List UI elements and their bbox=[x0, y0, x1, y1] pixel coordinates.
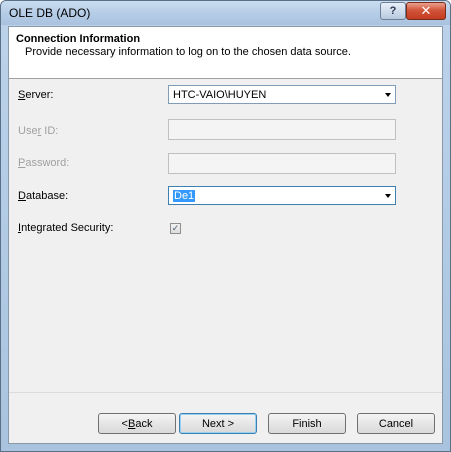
user-id-field[interactable] bbox=[168, 119, 396, 140]
server-combobox[interactable]: HTC-VAIO\HUYEN bbox=[168, 85, 396, 104]
window-title: OLE DB (ADO) bbox=[9, 6, 91, 20]
check-icon: ✓ bbox=[171, 223, 180, 233]
chevron-down-icon[interactable] bbox=[385, 194, 391, 198]
server-label: Server: bbox=[18, 89, 54, 101]
integrated-security-checkbox[interactable]: ✓ bbox=[170, 223, 181, 234]
user-id-label: User ID: bbox=[18, 125, 59, 137]
ole-db-dialog: OLE DB (ADO) ? ✕ Connection Information … bbox=[0, 0, 451, 452]
finish-button[interactable]: Finish bbox=[268, 413, 346, 434]
cancel-button[interactable]: Cancel bbox=[357, 413, 435, 434]
database-value: De1 bbox=[173, 190, 196, 202]
database-combobox[interactable]: De1 bbox=[168, 186, 396, 205]
back-button[interactable]: < Back bbox=[98, 413, 176, 434]
header-title: Connection Information bbox=[16, 33, 141, 45]
help-button[interactable]: ? bbox=[380, 2, 406, 20]
wizard-header: Connection Information Provide necessary… bbox=[9, 27, 442, 79]
footer-divider bbox=[9, 392, 442, 393]
close-button[interactable]: ✕ bbox=[406, 2, 446, 20]
header-subtitle: Provide necessary information to log on … bbox=[25, 46, 351, 58]
help-icon: ? bbox=[389, 5, 397, 17]
dialog-body: Connection Information Provide necessary… bbox=[8, 26, 443, 444]
password-field[interactable] bbox=[168, 153, 396, 174]
chevron-down-icon[interactable] bbox=[385, 93, 391, 97]
server-value: HTC-VAIO\HUYEN bbox=[173, 89, 267, 101]
title-bar[interactable]: OLE DB (ADO) ? ✕ bbox=[1, 1, 450, 25]
next-button[interactable]: Next > bbox=[179, 413, 257, 434]
integrated-security-label: Integrated Security: bbox=[18, 222, 114, 234]
close-icon: ✕ bbox=[420, 3, 432, 18]
database-label: Database: bbox=[18, 190, 69, 202]
password-label: Password: bbox=[18, 157, 70, 169]
